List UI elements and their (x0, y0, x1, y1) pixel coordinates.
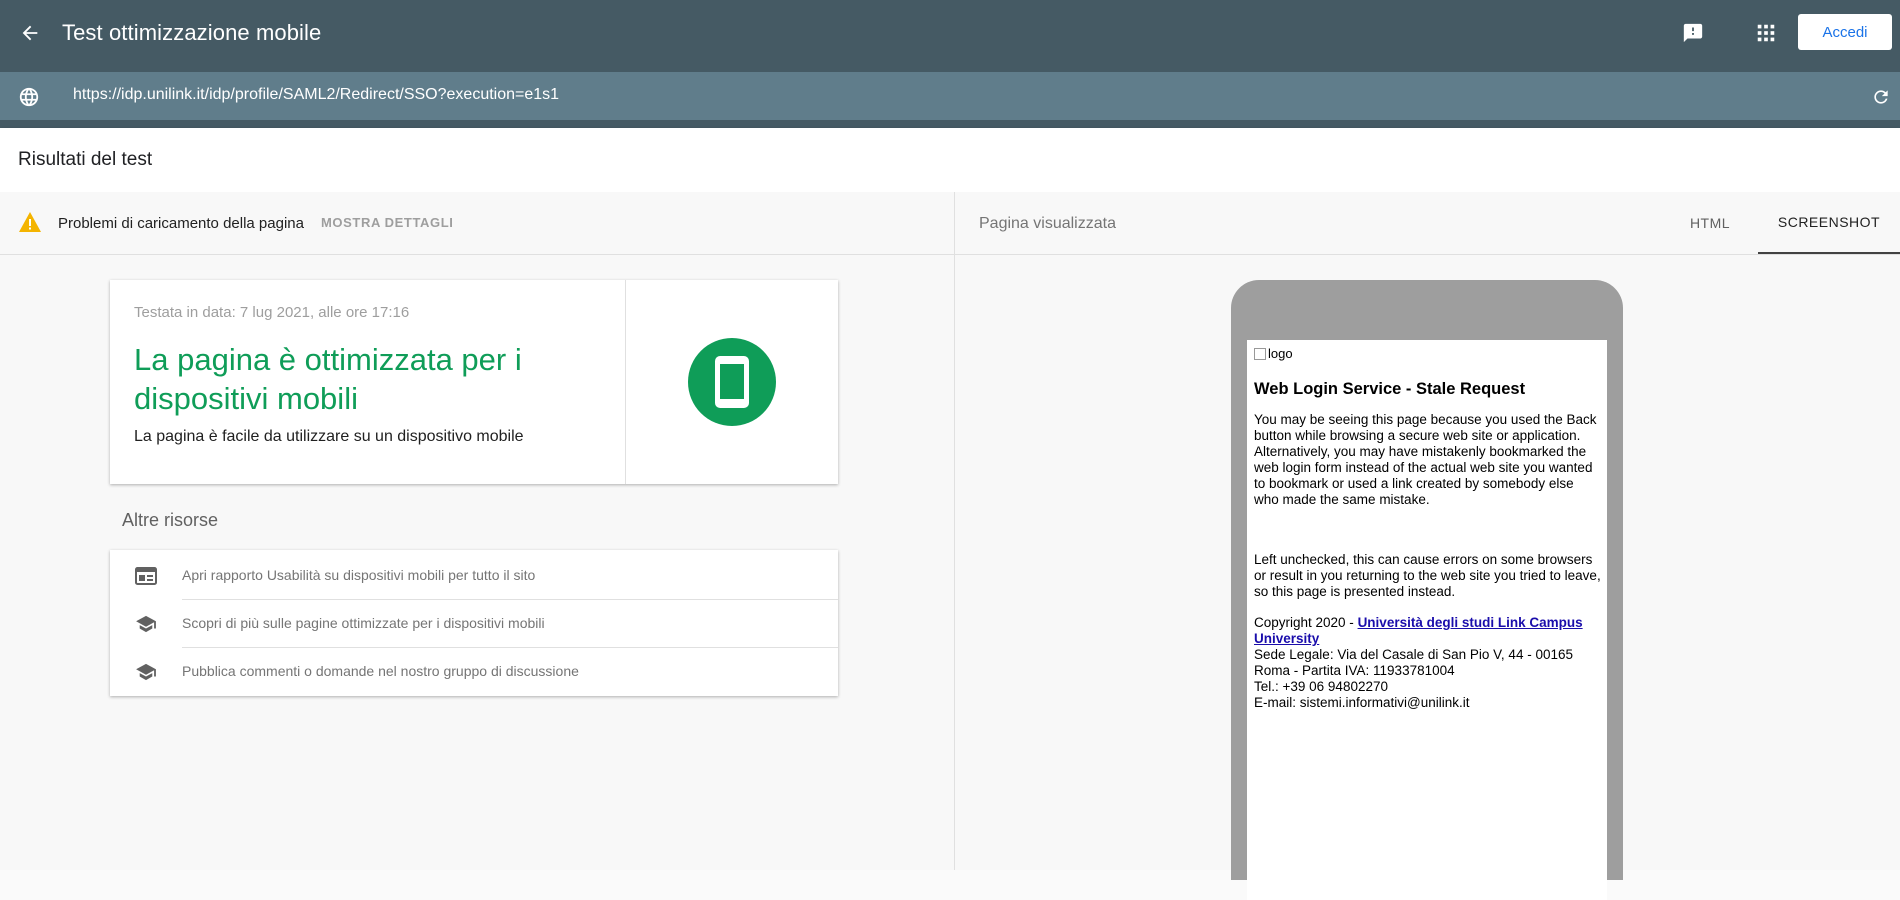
tab-screenshot[interactable]: SCREENSHOT (1758, 192, 1900, 254)
resource-item-learn-more[interactable]: Scopri di più sulle pagine ottimizzate p… (110, 600, 838, 648)
logo-alt-text: logo (1268, 346, 1293, 361)
verdict-card: Testata in data: 7 lug 2021, alle ore 17… (110, 280, 838, 484)
results-title: Risultati del test (18, 149, 153, 170)
apps-grid-icon[interactable] (1750, 17, 1782, 49)
phone-frame: logo Web Login Service - Stale Request Y… (1231, 280, 1623, 900)
rendered-page-header: Pagina visualizzata HTML SCREENSHOT (955, 192, 1900, 255)
right-pane: Pagina visualizzata HTML SCREENSHOT logo… (955, 192, 1900, 900)
screenshot-paragraph: Left unchecked, this can cause errors on… (1254, 552, 1601, 599)
feedback-icon[interactable] (1677, 17, 1709, 49)
logo-placeholder: logo (1254, 346, 1602, 362)
verdict-subtitle: La pagina è facile da utilizzare su un d… (134, 428, 524, 445)
page-loading-issues-bar: Problemi di caricamento della pagina MOS… (0, 192, 954, 255)
left-pane: Problemi di caricamento della pagina MOS… (0, 192, 955, 870)
web-report-icon (134, 564, 158, 588)
url-strip (0, 120, 1900, 128)
screenshot-paragraph: You may be seeing this page because you … (1254, 412, 1597, 507)
screenshot-heading: Web Login Service - Stale Request (1254, 380, 1526, 398)
back-arrow-icon[interactable] (14, 17, 46, 49)
results-header: Risultati del test (0, 128, 1900, 192)
url-text[interactable]: https://idp.unilink.it/idp/profile/SAML2… (73, 86, 559, 104)
resource-label: Scopri di più sulle pagine ottimizzate p… (182, 615, 545, 631)
globe-icon (16, 84, 42, 110)
tel-text: Tel.: +39 06 94802270 (1254, 679, 1388, 694)
rendered-page-title: Pagina visualizzata (979, 215, 1116, 232)
screenshot-footer: Copyright 2020 - Università degli studi … (1254, 615, 1602, 711)
warning-icon (18, 211, 42, 233)
broken-image-icon (1254, 348, 1266, 360)
school-cap-icon (134, 612, 158, 636)
copyright-text: Copyright 2020 - (1254, 615, 1358, 630)
reload-icon[interactable] (1868, 84, 1894, 110)
phone-screenshot: logo Web Login Service - Stale Request Y… (1247, 340, 1607, 900)
test-date: Testata in data: 7 lug 2021, alle ore 17… (134, 304, 410, 321)
mobile-phone-icon (688, 338, 776, 426)
issues-text: Problemi di caricamento della pagina (58, 215, 304, 232)
school-cap-icon (134, 660, 158, 684)
email-text: E-mail: sistemi.informativi@unilink.it (1254, 695, 1470, 710)
app-title: Test ottimizzazione mobile (62, 20, 322, 45)
signin-button[interactable]: Accedi (1798, 14, 1892, 50)
card-divider (625, 280, 626, 484)
address-text: Sede Legale: Via del Casale di San Pio V… (1254, 647, 1573, 678)
resource-item-discussion-group[interactable]: Pubblica commenti o domande nel nostro g… (110, 648, 838, 696)
resource-item-usability-report[interactable]: Apri rapporto Usabilità su dispositivi m… (110, 552, 838, 600)
tab-html[interactable]: HTML (1655, 192, 1765, 254)
resource-label: Apri rapporto Usabilità su dispositivi m… (182, 567, 536, 583)
other-resources-title: Altre risorse (122, 510, 219, 530)
app-bar: Test ottimizzazione mobile Accedi (0, 0, 1900, 66)
show-details-button[interactable]: MOSTRA DETTAGLI (321, 215, 454, 230)
resource-label: Pubblica commenti o domande nel nostro g… (182, 663, 579, 679)
verdict-headline: La pagina è ottimizzata per i dispositiv… (134, 342, 522, 416)
resources-list: Apri rapporto Usabilità su dispositivi m… (110, 550, 838, 696)
url-bar: https://idp.unilink.it/idp/profile/SAML2… (0, 72, 1900, 120)
